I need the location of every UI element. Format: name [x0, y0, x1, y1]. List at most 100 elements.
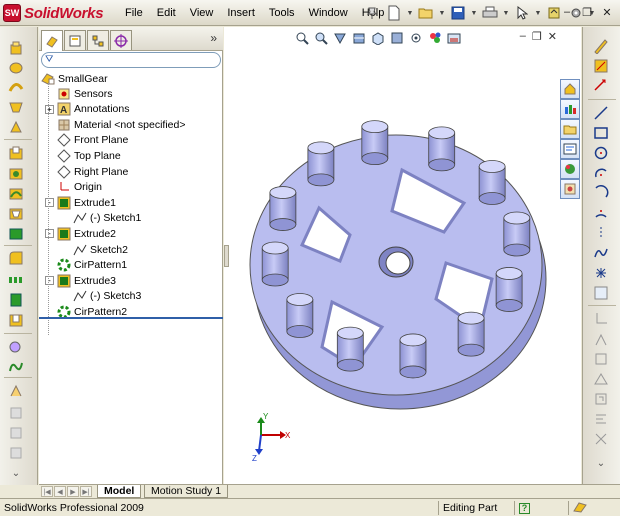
- open-dropdown-icon[interactable]: ▼: [438, 10, 446, 17]
- line-icon[interactable]: [592, 104, 610, 121]
- new-dropdown-icon[interactable]: ▼: [406, 10, 414, 17]
- lofted-cut-icon[interactable]: [6, 204, 26, 222]
- tab-configurationmanager[interactable]: [87, 30, 109, 50]
- menu-window[interactable]: Window: [302, 7, 355, 19]
- lofted-boss-icon[interactable]: [6, 98, 26, 116]
- open-folder-icon[interactable]: [416, 3, 436, 23]
- tree-item[interactable]: (-) Sketch1: [73, 211, 141, 226]
- centerline-icon[interactable]: [592, 224, 610, 241]
- tree-item[interactable]: Sensors: [57, 86, 113, 101]
- revolved-cut-icon[interactable]: [6, 164, 26, 182]
- tab-dimxpert[interactable]: [110, 30, 132, 50]
- help-question-icon[interactable]: ?: [519, 502, 530, 514]
- tree-item[interactable]: + A Annotations: [45, 102, 129, 117]
- swept-boss-icon[interactable]: [6, 78, 26, 96]
- search-icon[interactable]: [560, 139, 580, 159]
- quick-tips-cell[interactable]: ?: [514, 501, 568, 515]
- tab-featuremanager[interactable]: [41, 30, 63, 51]
- boundary-cut-icon[interactable]: [6, 224, 26, 242]
- feature-filter-input[interactable]: ⛛: [41, 52, 221, 68]
- restore-icon[interactable]: ❐: [578, 4, 596, 20]
- print-dropdown-icon[interactable]: ▼: [502, 10, 510, 17]
- extruded-cut-icon[interactable]: [6, 144, 26, 162]
- smart-dimension-icon[interactable]: [592, 77, 610, 94]
- pin-icon[interactable]: [362, 3, 382, 23]
- toolbar-overflow-icon[interactable]: ⌄: [6, 464, 26, 482]
- sketch-toolbar-overflow-icon[interactable]: ⌄: [592, 455, 610, 472]
- solidworks-logo[interactable]: SW SolidWorks: [3, 3, 104, 23]
- tab-next-icon[interactable]: ▶: [67, 486, 79, 497]
- linear-pattern-icon[interactable]: [6, 271, 26, 289]
- tree-item[interactable]: - Extrude1: [45, 195, 116, 210]
- solidworks-resources-icon[interactable]: [560, 79, 580, 99]
- tree-item[interactable]: Top Plane: [57, 148, 121, 163]
- shell-icon[interactable]: [6, 311, 26, 329]
- rib-icon[interactable]: [6, 291, 26, 309]
- rollback-bar[interactable]: [39, 317, 223, 319]
- select-dropdown-icon[interactable]: ▼: [534, 10, 542, 17]
- reference-geometry-icon[interactable]: [6, 338, 26, 356]
- tree-item[interactable]: - Extrude3: [45, 273, 117, 288]
- rebuild-status-cell[interactable]: [568, 501, 620, 515]
- display-delete-relations-icon: [592, 410, 610, 427]
- collapse-icon[interactable]: -: [45, 276, 54, 286]
- tab-model[interactable]: Model: [97, 485, 142, 498]
- collapse-icon[interactable]: -: [45, 229, 54, 239]
- rebuild-status-icon[interactable]: [573, 501, 587, 516]
- tree-item[interactable]: - Extrude2: [45, 226, 116, 241]
- menu-insert[interactable]: Insert: [220, 7, 262, 19]
- menu-view[interactable]: View: [183, 7, 221, 19]
- select-arrow-icon[interactable]: [512, 3, 532, 23]
- circle-icon[interactable]: [592, 144, 610, 161]
- tab-first-icon[interactable]: |◀: [41, 486, 53, 497]
- extruded-boss-icon[interactable]: [6, 39, 26, 57]
- collapse-icon[interactable]: -: [45, 198, 54, 208]
- tab-prev-icon[interactable]: ◀: [54, 486, 66, 497]
- tab-last-icon[interactable]: ▶|: [80, 486, 92, 497]
- tangent-arc-icon[interactable]: [592, 184, 610, 201]
- menu-file[interactable]: File: [118, 7, 150, 19]
- fillet-icon[interactable]: [6, 249, 26, 267]
- tree-item[interactable]: Origin: [57, 180, 102, 195]
- spline-icon[interactable]: [592, 244, 610, 261]
- view-palette-icon[interactable]: [560, 159, 580, 179]
- new-document-icon[interactable]: [384, 3, 404, 23]
- save-dropdown-icon[interactable]: ▼: [470, 10, 478, 17]
- save-icon[interactable]: [448, 3, 468, 23]
- boundary-boss-icon[interactable]: [6, 118, 26, 136]
- tree-item[interactable]: Right Plane: [57, 164, 128, 179]
- 3d-sketch-icon[interactable]: [592, 57, 610, 74]
- pin-base: [428, 158, 456, 172]
- tree-item[interactable]: Sketch2: [73, 242, 128, 257]
- rectangle-icon[interactable]: [592, 124, 610, 141]
- file-explorer-icon[interactable]: [560, 119, 580, 139]
- tree-item[interactable]: Material <not specified>: [57, 117, 185, 132]
- pin-base: [269, 218, 297, 231]
- sketch-icon[interactable]: [592, 37, 610, 54]
- expand-panel-icon[interactable]: »: [210, 31, 217, 45]
- tab-propertymanager[interactable]: [64, 30, 86, 50]
- menu-edit[interactable]: Edit: [150, 7, 183, 19]
- tree-item-label: Extrude3: [74, 274, 117, 287]
- tree-item[interactable]: CirPattern1: [57, 258, 127, 273]
- revolved-boss-icon[interactable]: [6, 58, 26, 76]
- appearances-scenes-icon[interactable]: [560, 179, 580, 199]
- tree-item[interactable]: (-) Sketch3: [73, 289, 141, 304]
- tree-root-part[interactable]: SmallGear: [41, 71, 108, 86]
- centerpoint-arc-icon[interactable]: [592, 164, 610, 181]
- print-icon[interactable]: [480, 3, 500, 23]
- instant3d-icon[interactable]: [6, 382, 26, 400]
- design-library-icon[interactable]: [560, 99, 580, 119]
- graphics-area[interactable]: – ❐ ✕ X Y Z: [224, 27, 557, 484]
- swept-cut-icon[interactable]: [6, 184, 26, 202]
- tree-item[interactable]: Front Plane: [57, 133, 128, 148]
- close-icon[interactable]: ✕: [598, 4, 616, 20]
- expand-icon[interactable]: +: [45, 104, 54, 114]
- 3point-arc-icon[interactable]: [592, 204, 610, 221]
- minimize-icon[interactable]: –: [558, 4, 576, 20]
- convert-entities-icon[interactable]: [592, 284, 610, 301]
- curves-icon[interactable]: [6, 358, 26, 376]
- menu-tools[interactable]: Tools: [262, 7, 302, 19]
- tab-motion-study[interactable]: Motion Study 1: [144, 485, 229, 498]
- point-icon[interactable]: [592, 264, 610, 281]
